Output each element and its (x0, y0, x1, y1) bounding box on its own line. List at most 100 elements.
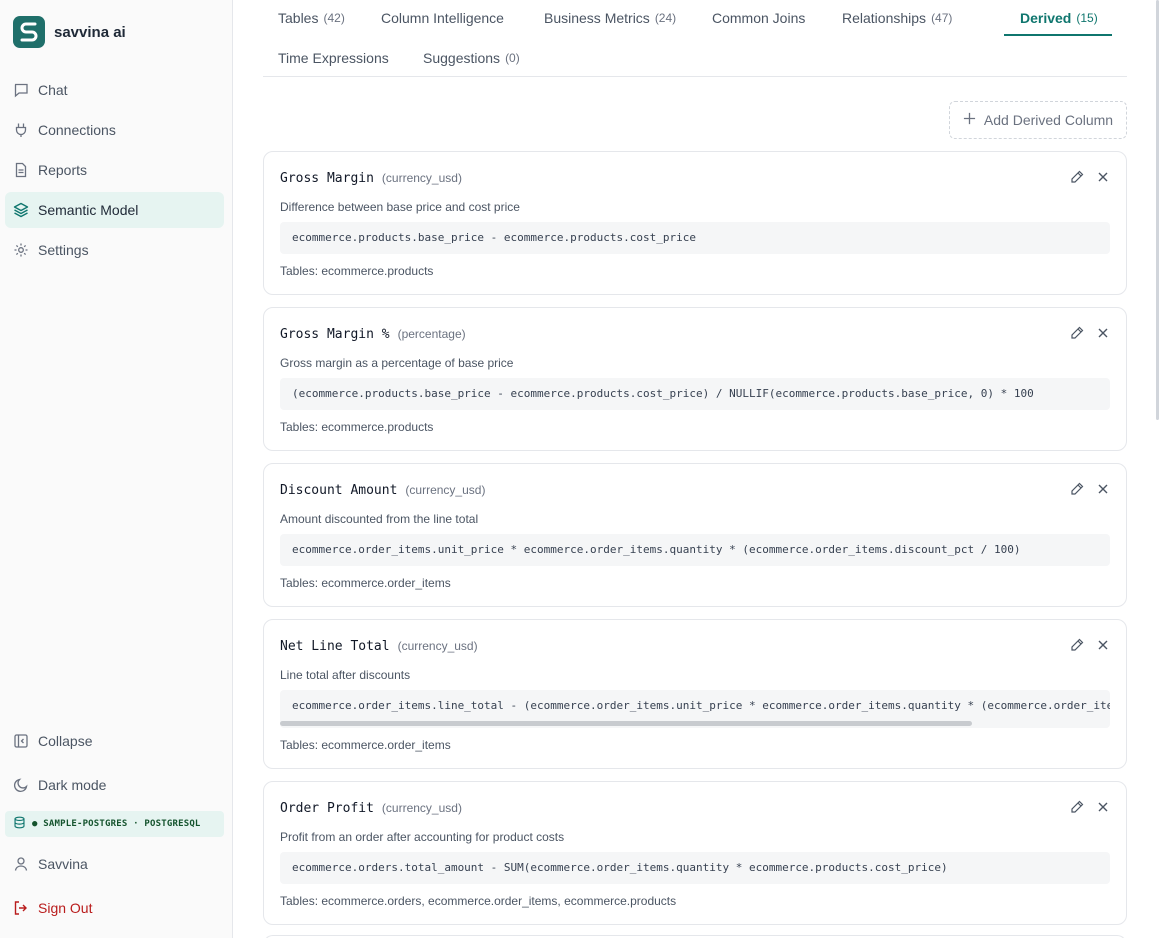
edit-icon[interactable] (1070, 326, 1084, 340)
column-tables: Tables: ecommerce.order_items (280, 738, 451, 752)
dark-mode-label: Dark mode (38, 777, 107, 793)
derived-column-card: Discount Amount (currency_usd) Amount dis… (263, 463, 1127, 607)
edit-icon[interactable] (1070, 800, 1084, 814)
column-tables: Tables: ecommerce.products (280, 420, 434, 434)
plug-icon (13, 122, 29, 138)
database-icon (13, 816, 26, 832)
collapse-label: Collapse (38, 733, 93, 749)
user-profile[interactable]: Savvina (5, 846, 224, 882)
sign-out-label: Sign Out (38, 900, 93, 916)
add-button-label: Add Derived Column (983, 112, 1114, 128)
document-icon (13, 162, 29, 178)
tab-label: Common Joins (712, 10, 806, 26)
tab-tables[interactable]: Tables (42) (278, 0, 345, 36)
tab-relationships[interactable]: Relationships (47) (842, 0, 952, 36)
tab-bar: Tables (42) Column Intelligence Business … (263, 0, 1127, 77)
sidebar-item-reports[interactable]: Reports (5, 152, 224, 188)
active-tab-indicator (1004, 34, 1112, 36)
column-tables: Tables: ecommerce.orders, ecommerce.orde… (280, 894, 677, 908)
dark-mode-toggle[interactable]: Dark mode (5, 767, 224, 803)
column-description: Profit from an order after accounting fo… (280, 830, 565, 844)
column-tables: Tables: ecommerce.products (280, 264, 434, 278)
column-type: (currency_usd) (397, 639, 478, 653)
moon-icon (13, 777, 29, 793)
tab-label: Derived (1020, 10, 1072, 26)
tab-count: (47) (931, 11, 953, 25)
column-description: Line total after discounts (280, 668, 411, 682)
sign-out-button[interactable]: Sign Out (5, 890, 224, 926)
brand[interactable]: savvina ai (13, 15, 126, 49)
logo-icon (13, 16, 45, 48)
connection-label: ● SAMPLE-POSTGRES · POSTGRESQL (32, 819, 201, 829)
sign-out-icon (13, 900, 29, 916)
derived-column-card: Net Line Total (currency_usd) Line total … (263, 619, 1127, 769)
sql-expression: ecommerce.order_items.unit_price * ecomm… (280, 534, 1110, 566)
main-content: Tables (42) Column Intelligence Business … (233, 0, 1159, 938)
close-icon[interactable] (1096, 800, 1110, 814)
connection-badge[interactable]: ● SAMPLE-POSTGRES · POSTGRESQL (5, 811, 224, 837)
derived-column-card: Order Profit (currency_usd) Profit from a… (263, 781, 1127, 925)
column-description: Difference between base price and cost p… (280, 200, 520, 214)
tab-suggestions[interactable]: Suggestions (0) (423, 40, 520, 76)
collapse-button[interactable]: Collapse (5, 723, 224, 759)
user-label: Savvina (38, 856, 88, 872)
close-icon[interactable] (1096, 482, 1110, 496)
close-icon[interactable] (1096, 170, 1110, 184)
tab-count: (0) (505, 51, 520, 65)
sql-expression-scroller[interactable]: ecommerce.order_items.line_total - (ecom… (280, 690, 1110, 728)
sidebar-item-label: Connections (38, 122, 116, 138)
column-type: (currency_usd) (381, 171, 462, 185)
tab-label: Time Expressions (278, 50, 389, 66)
column-name: Order Profit (280, 801, 374, 816)
tab-count: (42) (323, 11, 345, 25)
tab-derived[interactable]: Derived (15) (1020, 0, 1098, 36)
tab-count: (15) (1076, 11, 1098, 25)
tab-count: (24) (654, 11, 677, 25)
horizontal-scrollbar[interactable] (280, 721, 972, 726)
column-name: Discount Amount (280, 483, 398, 498)
edit-icon[interactable] (1070, 482, 1084, 496)
tab-label: Column Intelligence (381, 10, 504, 26)
gear-icon (13, 242, 29, 258)
tab-label: Suggestions (423, 50, 501, 66)
sidebar-item-label: Reports (38, 162, 88, 178)
sidebar: savvina ai Chat Connections Reports Sema… (0, 0, 233, 938)
tab-common-joins[interactable]: Common Joins (712, 0, 805, 36)
column-tables: Tables: ecommerce.order_items (280, 576, 451, 590)
column-type: (currency_usd) (405, 483, 486, 497)
derived-column-card: Gross Margin % (percentage) Gross margin … (263, 307, 1127, 451)
sidebar-item-settings[interactable]: Settings (5, 232, 224, 268)
layers-icon (13, 202, 29, 218)
column-name: Gross Margin % (280, 327, 390, 342)
tab-label: Tables (278, 10, 319, 26)
sidebar-item-semantic-model[interactable]: Semantic Model (5, 192, 224, 228)
edit-icon[interactable] (1070, 170, 1084, 184)
close-icon[interactable] (1096, 326, 1110, 340)
tab-time-expressions[interactable]: Time Expressions (278, 40, 389, 76)
sidebar-item-chat[interactable]: Chat (5, 72, 224, 108)
app-name: savvina ai (54, 23, 126, 41)
tab-business-metrics[interactable]: Business Metrics (24) (544, 0, 676, 36)
close-icon[interactable] (1096, 638, 1110, 652)
sidebar-item-label: Semantic Model (38, 202, 139, 218)
user-icon (13, 856, 29, 872)
column-type: (percentage) (397, 327, 466, 341)
column-type: (currency_usd) (381, 801, 462, 815)
sql-expression: ecommerce.products.base_price - ecommerc… (280, 222, 1110, 254)
derived-column-card: Gross Margin (currency_usd) Difference be… (263, 151, 1127, 295)
column-description: Gross margin as a percentage of base pri… (280, 356, 514, 370)
column-description: Amount discounted from the line total (280, 512, 479, 526)
add-derived-column-button[interactable]: Add Derived Column (949, 101, 1127, 139)
tab-column-intelligence[interactable]: Column Intelligence (381, 0, 504, 36)
sql-expression: (ecommerce.products.base_price - ecommer… (280, 378, 1110, 410)
tab-label: Relationships (842, 10, 927, 26)
sidebar-item-label: Settings (38, 242, 89, 258)
edit-icon[interactable] (1070, 638, 1084, 652)
chat-bubble-icon (13, 82, 29, 98)
column-name: Gross Margin (280, 171, 374, 186)
plus-icon (963, 112, 976, 128)
tab-label: Business Metrics (544, 10, 650, 26)
sidebar-item-label: Chat (38, 82, 68, 98)
sidebar-item-connections[interactable]: Connections (5, 112, 224, 148)
column-name: Net Line Total (280, 639, 390, 654)
